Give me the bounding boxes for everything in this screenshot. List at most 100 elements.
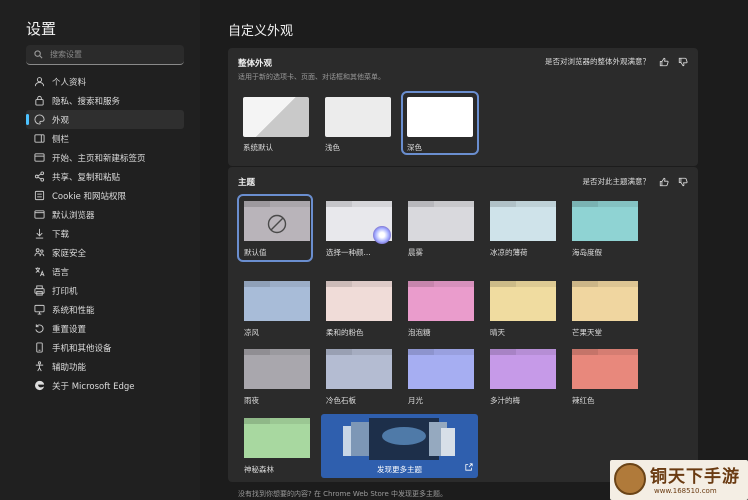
mode-label: 系统默认 (243, 143, 273, 152)
sidebar-item-about[interactable]: 关于 Microsoft Edge (26, 376, 184, 395)
discover-more-themes-tile[interactable]: 发现更多主题 (321, 414, 478, 478)
watermark-text: 铜天下手游 (650, 467, 740, 487)
sidebar-item-label: 个人资料 (52, 77, 87, 88)
theme-card: 主题 是否对此主题满意？ 默认值 选择一种颜... 晨雾 冰凉的薄荷 海岛度假 凉风 柔和的… (228, 167, 698, 498)
sidebar-item-system[interactable]: 系统和性能 (26, 300, 184, 319)
theme-preview (244, 281, 310, 321)
mode-dark[interactable]: 深色 (401, 91, 479, 155)
theme-label: 神秘森林 (244, 465, 274, 474)
theme-tile[interactable]: 辣红色 (568, 345, 638, 407)
theme-label: 晨雾 (408, 248, 423, 257)
sidebar-title: 设置 (26, 20, 57, 38)
sidebar-item-cookies[interactable]: Cookie 和网站权限 (26, 186, 184, 205)
sidebar-item-label: 开始、主页和新建标签页 (52, 153, 146, 164)
theme-preview (244, 418, 310, 458)
sidebar-item-accessibility[interactable]: 辅助功能 (26, 357, 184, 376)
theme-preview (326, 349, 392, 389)
sidebar-item-language[interactable]: 语言 (26, 262, 184, 281)
theme-label: 晴天 (490, 328, 505, 337)
theme-label: 默认值 (244, 248, 267, 257)
thumbs-up-icon[interactable] (659, 177, 669, 187)
sidebar-item-reset[interactable]: 重置设置 (26, 319, 184, 338)
thumbs-down-icon[interactable] (678, 177, 688, 187)
theme-feedback: 是否对此主题满意？ (583, 176, 689, 187)
edge-icon (34, 380, 45, 391)
theme-tile[interactable]: 泡泡糖 (404, 277, 474, 339)
theme-tile[interactable]: 晴天 (486, 277, 556, 339)
download-icon (34, 228, 45, 239)
search-input[interactable]: 搜索设置 (26, 45, 184, 65)
theme-tile[interactable]: 海岛度假 (568, 197, 638, 259)
theme-preview (244, 349, 310, 389)
color-picker-icon (373, 226, 391, 244)
thumbs-down-icon[interactable] (678, 57, 688, 67)
theme-tile[interactable]: 冷色石板 (322, 345, 392, 407)
sidebar-item-profile[interactable]: 个人资料 (26, 72, 184, 91)
theme-preview (408, 349, 474, 389)
sidebar-item-share[interactable]: 共享、复制和粘贴 (26, 167, 184, 186)
sidebar-item-family[interactable]: 家庭安全 (26, 243, 184, 262)
sidebar-item-appearance[interactable]: 外观 (26, 110, 184, 129)
theme-preview (572, 281, 638, 321)
feedback-question: 是否对此主题满意？ (582, 177, 651, 186)
mode-light[interactable]: 浅色 (322, 94, 394, 152)
palette-icon (34, 114, 45, 125)
system-default-preview (243, 97, 309, 137)
dark-preview (407, 97, 473, 137)
theme-tile[interactable]: 凉风 (240, 277, 310, 339)
no-theme-icon (267, 214, 287, 234)
watermark-url: www.168510.com (654, 487, 717, 495)
profile-icon (34, 76, 45, 87)
sidebar-item-label: 外观 (52, 115, 70, 126)
theme-tile[interactable]: 柔和的粉色 (322, 277, 392, 339)
theme-tile[interactable]: 芒果天堂 (568, 277, 638, 339)
theme-preview (408, 201, 474, 241)
theme-preview (490, 281, 556, 321)
accessibility-icon (34, 361, 45, 372)
main-content: 自定义外观 整体外观 适用于新的选项卡、页面、对话框和其他菜单。 是否对浏览器的… (200, 0, 748, 500)
settings-sidebar: 设置 搜索设置 个人资料 隐私、搜索和服务 外观 侧栏 开始、主页和新建标签页 … (0, 0, 200, 500)
sidebar-item-privacy[interactable]: 隐私、搜索和服务 (26, 91, 184, 110)
theme-tile[interactable]: 多汁的梅 (486, 345, 556, 407)
theme-label: 选择一种颜... (326, 248, 371, 257)
theme-tile[interactable]: 默认值 (237, 194, 313, 262)
sidebar-item-start-home[interactable]: 开始、主页和新建标签页 (26, 148, 184, 167)
theme-collage-image (343, 418, 455, 460)
sidebar-item-label: 手机和其他设备 (52, 343, 112, 354)
theme-store-note[interactable]: 没有找到你想要的内容? 在 Chrome Web Store 中发现更多主题。 (238, 489, 447, 499)
sidebar-item-default-browser[interactable]: 默认浏览器 (26, 205, 184, 224)
appearance-feedback: 是否对浏览器的整体外观满意？ (545, 56, 688, 67)
theme-tile[interactable]: 神秘森林 (240, 414, 310, 476)
theme-preview (408, 281, 474, 321)
theme-label: 柔和的粉色 (326, 328, 364, 337)
share-icon (34, 171, 45, 182)
thumbs-up-icon[interactable] (659, 57, 669, 67)
sidebar-nav: 个人资料 隐私、搜索和服务 外观 侧栏 开始、主页和新建标签页 共享、复制和粘贴… (26, 72, 184, 395)
theme-tile[interactable]: 雨夜 (240, 345, 310, 407)
theme-tile[interactable]: 选择一种颜... (322, 197, 392, 259)
theme-label: 辣红色 (572, 396, 595, 405)
sidebar-item-printers[interactable]: 打印机 (26, 281, 184, 300)
theme-tile[interactable]: 冰凉的薄荷 (486, 197, 556, 259)
theme-tile[interactable]: 月光 (404, 345, 474, 407)
lock-icon (34, 95, 45, 106)
appearance-heading: 整体外观 (238, 59, 273, 69)
sidebar-item-downloads[interactable]: 下载 (26, 224, 184, 243)
sidebar-item-label: 关于 Microsoft Edge (52, 381, 135, 392)
sidebar-item-sidebar[interactable]: 侧栏 (26, 129, 184, 148)
theme-label: 冰凉的薄荷 (490, 248, 528, 257)
mode-system-default[interactable]: 系统默认 (240, 94, 312, 152)
light-preview (325, 97, 391, 137)
home-icon (34, 152, 45, 163)
theme-label: 芒果天堂 (572, 328, 602, 337)
theme-tile[interactable]: 晨雾 (404, 197, 474, 259)
mode-label: 浅色 (325, 143, 340, 152)
sidebar-item-label: 家庭安全 (52, 248, 87, 259)
overall-appearance-card: 整体外观 适用于新的选项卡、页面、对话框和其他菜单。 是否对浏览器的整体外观满意… (228, 48, 698, 166)
theme-preview (326, 281, 392, 321)
appearance-subtitle: 适用于新的选项卡、页面、对话框和其他菜单。 (238, 73, 385, 81)
theme-preview (490, 349, 556, 389)
theme-preview (572, 201, 638, 241)
sidebar-item-phone[interactable]: 手机和其他设备 (26, 338, 184, 357)
theme-label: 泡泡糖 (408, 328, 431, 337)
